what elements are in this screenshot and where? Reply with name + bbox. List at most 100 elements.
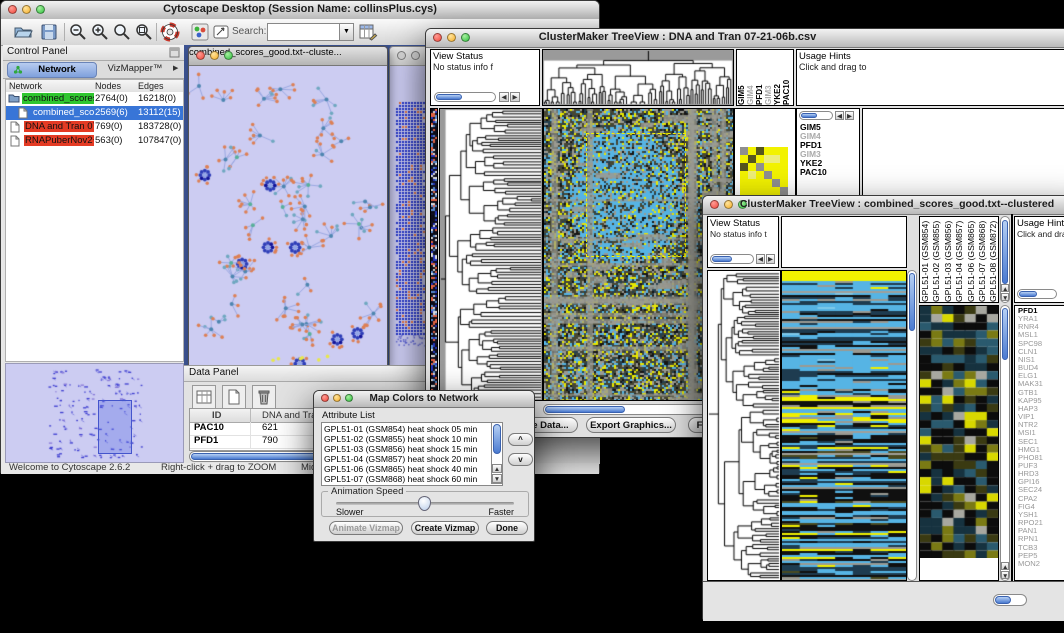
- rotated-label: GPL51-01 (GSM854): [920, 217, 931, 302]
- close-button[interactable]: [397, 51, 406, 60]
- tv2-detail-heatmap[interactable]: [919, 305, 999, 581]
- animate-vizmap-button[interactable]: Animate Vizmap: [329, 521, 403, 535]
- matrix-cell: [772, 171, 780, 179]
- tv2-global-vscrollbar[interactable]: [907, 270, 917, 581]
- tv2-titlebar[interactable]: ClusterMaker TreeView : combined_scores_…: [703, 196, 1064, 215]
- attribute-list-item[interactable]: GPL51-03 (GSM856) heat shock 15 min: [324, 444, 477, 454]
- network-list-row[interactable]: combined_sco2569(6)13112(15): [6, 106, 183, 120]
- tv2-column-tree-area: [781, 216, 907, 268]
- done-button[interactable]: Done: [486, 521, 528, 535]
- tv2-row-dendrogram[interactable]: [707, 270, 781, 581]
- correlation-matrix[interactable]: [740, 147, 788, 195]
- gene-panel-scrollbar[interactable]: [799, 111, 833, 120]
- dialog-titlebar[interactable]: Map Colors to Network: [314, 391, 534, 408]
- gene-label[interactable]: MON2: [1018, 560, 1043, 568]
- view-status-scrollbar[interactable]: [710, 254, 754, 264]
- float-panel-icon[interactable]: [169, 47, 180, 58]
- overview-viewport-rect[interactable]: [98, 400, 132, 454]
- zoom-button[interactable]: [224, 51, 233, 60]
- scroll-down-arrow[interactable]: ▼: [492, 474, 502, 483]
- scroll-up-arrow[interactable]: ▲: [1001, 562, 1009, 570]
- rotated-label: PFD1: [755, 50, 764, 105]
- rotated-label: GPL51-02 (GSM855): [931, 217, 942, 302]
- attribute-list-item[interactable]: GPL51-07 (GSM868) heat shock 60 min: [324, 474, 477, 484]
- gene-list-hscrollbar[interactable]: [993, 594, 1027, 606]
- tv1-column-labels[interactable]: GIM5GIM4PFD1GIM3YKE2PAC10: [736, 49, 794, 106]
- zoom-in-icon[interactable]: [90, 22, 110, 42]
- main-titlebar[interactable]: Cytoscape Desktop (Session Name: collins…: [1, 1, 599, 20]
- animation-slider-thumb[interactable]: [418, 496, 431, 511]
- network-view-titlebar[interactable]: combined_scores_good.txt--cluste...: [189, 47, 387, 66]
- matrix-cell: [780, 155, 788, 163]
- col-network[interactable]: Network: [9, 81, 42, 91]
- help-lifesaver-icon[interactable]: [160, 22, 180, 42]
- tv2-array-vscrollbar[interactable]: ▲ ▼: [1000, 216, 1010, 303]
- move-up-button[interactable]: ^: [508, 433, 533, 446]
- scroll-left-arrow[interactable]: ◀: [499, 92, 509, 102]
- scroll-right-arrow[interactable]: ▶: [766, 254, 775, 264]
- network-list-row[interactable]: DNA and Tran 07769(0)183728(0): [6, 120, 183, 134]
- move-down-button[interactable]: v: [508, 453, 533, 466]
- open-session-icon[interactable]: [13, 22, 33, 42]
- view-status-scrollbar[interactable]: [434, 92, 496, 102]
- rotated-label: GIM4: [746, 50, 755, 105]
- scroll-down-arrow[interactable]: ▼: [1001, 293, 1009, 301]
- minimize-button[interactable]: [411, 51, 420, 60]
- view-status-text: No status info t: [710, 229, 776, 239]
- minimize-button[interactable]: [210, 51, 219, 60]
- scroll-left-arrow[interactable]: ◀: [835, 111, 844, 120]
- network-overview-panel[interactable]: [5, 363, 184, 463]
- tab-overflow-button[interactable]: ▶: [173, 63, 182, 75]
- zoom-out-icon[interactable]: [68, 22, 88, 42]
- tv2-detail-vscrollbar[interactable]: ▲ ▼: [1000, 305, 1010, 581]
- table-col-id[interactable]: ID: [212, 410, 222, 421]
- matrix-cell: [764, 179, 772, 187]
- attribute-select-icon[interactable]: [192, 385, 216, 409]
- network-list-row[interactable]: RNAPuberNov2+563(0)107847(0): [6, 134, 183, 148]
- tab-network-label: Network: [38, 64, 75, 75]
- network-view-window[interactable]: combined_scores_good.txt--cluste...: [188, 46, 388, 365]
- network-canvas[interactable]: [189, 66, 385, 365]
- attribute-list-item[interactable]: GPL51-01 (GSM854) heat shock 05 min: [324, 424, 477, 434]
- rotated-label: GPL51-03 (GSM856): [943, 217, 954, 302]
- scroll-right-arrow[interactable]: ▶: [845, 111, 854, 120]
- tv1-titlebar[interactable]: ClusterMaker TreeView : DNA and Tran 07-…: [426, 29, 1064, 48]
- attribute-list-item[interactable]: GPL51-02 (GSM855) heat shock 10 min: [324, 434, 477, 444]
- listbox-vscrollbar[interactable]: ▲ ▼: [491, 423, 502, 484]
- scroll-up-arrow[interactable]: ▲: [1001, 284, 1009, 292]
- heatmap-selection-rect[interactable]: [586, 133, 686, 257]
- network-list-row[interactable]: combined_scores2764(0)16218(0): [6, 92, 183, 106]
- control-panel-title: Control Panel: [7, 46, 68, 57]
- tv2-array-labels[interactable]: GPL51-01 (GSM854)GPL51-02 (GSM855)GPL51-…: [919, 216, 999, 303]
- zoom-selected-icon[interactable]: [134, 22, 154, 42]
- tv2-global-heatmap[interactable]: [781, 270, 907, 581]
- tab-network[interactable]: Network: [7, 62, 97, 78]
- scroll-left-arrow[interactable]: ◀: [756, 254, 765, 264]
- tv1-title: ClusterMaker TreeView : DNA and Tran 07-…: [266, 31, 1064, 43]
- matrix-cell: [780, 179, 788, 187]
- tab-vizmapper[interactable]: VizMapper™: [99, 62, 171, 76]
- scroll-down-arrow[interactable]: ▼: [1001, 571, 1009, 579]
- col-edges[interactable]: Edges: [138, 81, 164, 91]
- vizmapper-icon[interactable]: [190, 22, 210, 42]
- export-graphics-button[interactable]: Export Graphics...: [586, 417, 676, 433]
- close-button[interactable]: [196, 51, 205, 60]
- scroll-up-arrow[interactable]: ▲: [492, 464, 502, 473]
- tv1-column-dendrogram[interactable]: [542, 49, 734, 106]
- treeview-combined-window: ClusterMaker TreeView : combined_scores_…: [702, 195, 1064, 620]
- zoom-fit-icon[interactable]: [112, 22, 132, 42]
- attribute-list-item[interactable]: GPL51-06 (GSM865) heat shock 40 min: [324, 464, 477, 474]
- attribute-list-item[interactable]: GPL51-04 (GSM857) heat shock 20 min: [324, 454, 477, 464]
- new-attribute-icon[interactable]: [222, 385, 246, 409]
- usage-hints-scrollbar[interactable]: [1017, 289, 1057, 299]
- create-vizmap-button[interactable]: Create Vizmap: [411, 521, 479, 535]
- col-nodes[interactable]: Nodes: [95, 81, 121, 91]
- delete-attribute-icon[interactable]: [252, 385, 276, 409]
- save-session-icon[interactable]: [39, 22, 59, 42]
- matrix-cell: [740, 147, 748, 155]
- annotation-icon[interactable]: [211, 22, 231, 42]
- gene-label[interactable]: PAC10: [800, 168, 827, 177]
- scroll-right-arrow[interactable]: ▶: [510, 92, 520, 102]
- usage-hints-title: Usage Hints: [1017, 218, 1064, 229]
- tv1-row-dendrogram[interactable]: [439, 108, 543, 401]
